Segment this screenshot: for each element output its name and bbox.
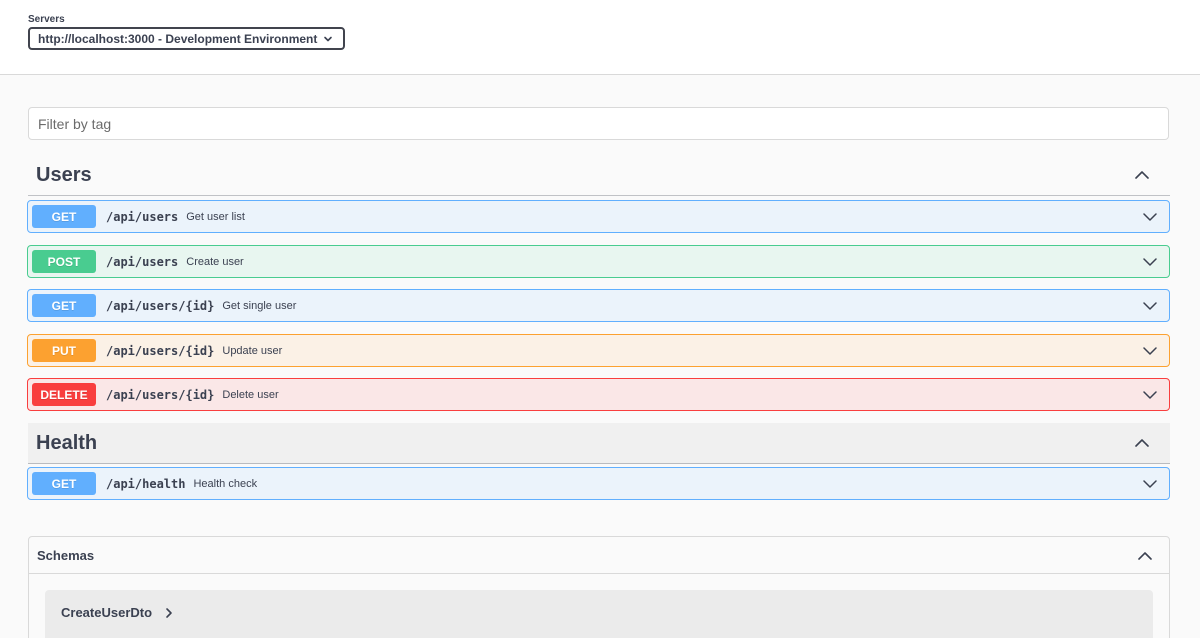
operation-put-user[interactable]: PUT /api/users/{id} Update user (27, 334, 1170, 367)
operation-path: /api/health (106, 476, 186, 491)
operation-path: /api/users (106, 209, 179, 224)
operation-summary: Health check (193, 477, 258, 490)
method-badge: GET (32, 205, 96, 228)
servers-bar: Servers http://localhost:3000 - Developm… (0, 0, 1200, 75)
chevron-right-icon (166, 608, 172, 618)
method-badge: PUT (32, 339, 96, 362)
operation-post-users[interactable]: POST /api/users Create user (27, 245, 1170, 278)
chevron-up-icon[interactable] (1134, 167, 1150, 183)
servers-label: Servers (28, 14, 65, 25)
operation-get-user-by-id[interactable]: GET /api/users/{id} Get single user (27, 289, 1170, 322)
method-badge: DELETE (32, 383, 96, 406)
operation-delete-user[interactable]: DELETE /api/users/{id} Delete user (27, 378, 1170, 411)
tag-header-health[interactable]: Health (28, 423, 1170, 464)
chevron-down-icon[interactable] (1143, 255, 1157, 269)
operation-get-health[interactable]: GET /api/health Health check (27, 467, 1170, 500)
model-name: CreateUserDto (61, 605, 153, 620)
operation-summary: Delete user (222, 388, 279, 401)
tag-title: Users (36, 163, 92, 186)
chevron-down-icon[interactable] (1143, 299, 1157, 313)
method-badge: POST (32, 250, 96, 273)
servers-select[interactable]: http://localhost:3000 - Development Envi… (28, 27, 345, 50)
tag-header-users[interactable]: Users (28, 155, 1170, 196)
tag-title: Health (36, 431, 98, 454)
schemas-section: Schemas CreateUserDto (28, 536, 1170, 638)
method-badge: GET (32, 294, 96, 317)
method-badge: GET (32, 472, 96, 495)
chevron-down-icon[interactable] (1143, 344, 1157, 358)
chevron-down-icon (324, 36, 332, 42)
operation-path: /api/users/{id} (106, 298, 215, 313)
schemas-title: Schemas (37, 547, 95, 563)
operation-path: /api/users/{id} (106, 343, 215, 358)
model-item[interactable]: CreateUserDto (45, 590, 1153, 638)
operation-summary: Get user list (186, 210, 245, 223)
operation-summary: Get single user (222, 299, 297, 312)
filter-by-tag-input[interactable] (28, 107, 1169, 140)
operation-summary: Update user (222, 344, 283, 357)
servers-selected-value: http://localhost:3000 - Development Envi… (38, 31, 318, 46)
operation-path: /api/users (106, 254, 179, 269)
chevron-down-icon[interactable] (1143, 388, 1157, 402)
schemas-header[interactable]: Schemas (29, 537, 1169, 574)
chevron-up-icon[interactable] (1134, 435, 1150, 451)
chevron-down-icon[interactable] (1143, 477, 1157, 491)
operation-path: /api/users/{id} (106, 387, 215, 402)
chevron-down-icon[interactable] (1143, 210, 1157, 224)
chevron-up-icon[interactable] (1137, 548, 1153, 564)
operation-get-users[interactable]: GET /api/users Get user list (27, 200, 1170, 233)
operation-summary: Create user (186, 255, 244, 268)
